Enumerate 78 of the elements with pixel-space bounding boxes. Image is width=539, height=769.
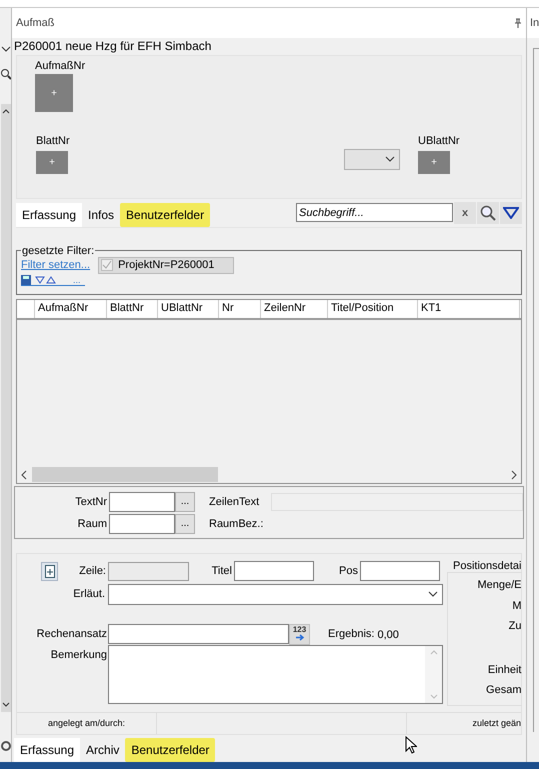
browse-button[interactable]: ... [175, 514, 195, 534]
erlaeut-dropdown[interactable] [108, 584, 443, 605]
chevron-down-icon[interactable] [0, 44, 10, 54]
field-label: M [512, 598, 522, 614]
filter-link[interactable]: Filter setzen... [21, 257, 90, 274]
more-link[interactable]: ... [73, 276, 81, 284]
mouse-cursor-icon [405, 736, 417, 754]
column-header[interactable]: Nr [219, 300, 261, 318]
created-label: angelegt am/durch: [48, 716, 126, 730]
browse-button[interactable]: ... [175, 492, 195, 512]
field-label: Gesam [486, 683, 522, 698]
column-header[interactable]: AufmaßNr [35, 300, 107, 318]
document-plus-icon [44, 564, 54, 578]
column-header[interactable]: UBlattNr [158, 300, 219, 318]
field-label: RaumBez.: [209, 516, 264, 532]
filter-chip[interactable]: ProjektNr=P260001 [98, 256, 234, 274]
chevron-up-icon[interactable] [2, 108, 10, 114]
pos-field[interactable] [360, 561, 440, 582]
save-icon[interactable] [21, 274, 31, 285]
field-label: Einheit [488, 662, 522, 678]
field-label: Rechenansatz [36, 626, 108, 642]
add-button[interactable]: + [35, 74, 73, 112]
column-header[interactable]: BlattNr [107, 300, 158, 318]
field-label: Ergebnis: [328, 626, 374, 642]
calculate-button[interactable]: 123 [289, 624, 310, 645]
add-row-button[interactable] [41, 562, 58, 581]
triangle-down-icon [503, 206, 519, 219]
tab[interactable]: Infos [82, 202, 120, 227]
field-label: Titel [210, 564, 233, 579]
search-icon[interactable] [0, 68, 10, 80]
raum-field[interactable] [109, 514, 175, 534]
chip-label: ProjektNr=P260001 [118, 258, 214, 274]
tab[interactable]: Archiv [80, 738, 126, 762]
add-button[interactable]: + [36, 151, 68, 174]
field-label: Zu [508, 619, 522, 634]
triangles-icon[interactable] [35, 276, 57, 284]
chevron-left-icon[interactable] [21, 470, 27, 480]
panel-title: In [530, 16, 539, 31]
field-label: Bemerkung [50, 648, 108, 664]
filter-legend: gesetzte Filter: [21, 244, 96, 257]
field-label: Erläut. [72, 586, 106, 602]
arrow-right-icon [294, 634, 304, 641]
field-label: Pos [338, 564, 359, 579]
field-label: BlattNr [36, 134, 70, 149]
titel-field[interactable] [234, 561, 314, 582]
add-button[interactable]: + [418, 151, 450, 174]
tab[interactable]: Erfassung [16, 202, 82, 227]
project-title: P260001 neue Hzg für EFH Simbach [13, 38, 212, 55]
result-value: 0,00 [377, 628, 399, 644]
field-label: Raum [76, 516, 108, 532]
search-icon [480, 204, 496, 221]
chevron-right-icon[interactable] [511, 470, 517, 480]
field-label: TextNr [74, 494, 108, 510]
panel-title: Aufmaß [16, 16, 55, 31]
chevron-down-icon [385, 156, 395, 162]
textnr-field[interactable] [109, 492, 175, 512]
chevron-down-icon [428, 591, 438, 598]
group-title: Positionsdetai [453, 560, 522, 572]
chevron-down-icon[interactable] [2, 702, 10, 708]
field-label: UBlattNr [418, 134, 460, 149]
field-label: Zeile: [78, 564, 107, 579]
search-button[interactable] [477, 202, 499, 224]
pin-icon[interactable] [514, 18, 522, 28]
field-label: AufmaßNr [35, 58, 86, 74]
column-header[interactable]: ZeilenNr [261, 300, 328, 318]
rechenansatz-field[interactable] [108, 624, 289, 644]
field-label: ZeilenText [209, 494, 260, 510]
filter-button[interactable] [500, 202, 522, 224]
column-header[interactable]: KT1 [418, 300, 520, 318]
tab[interactable]: Benutzerfelder [125, 738, 216, 762]
column-header[interactable]: Titel/Position [328, 300, 418, 318]
field-label: Menge/E [477, 578, 522, 594]
tab[interactable]: Benutzerfelder [120, 202, 210, 227]
modified-label: zuletzt geän [472, 716, 521, 730]
tab[interactable]: Erfassung [14, 738, 80, 762]
checkbox[interactable] [101, 259, 114, 272]
search-field[interactable]: Suchbegriff... [296, 203, 453, 222]
clear-button[interactable]: x [454, 202, 476, 224]
